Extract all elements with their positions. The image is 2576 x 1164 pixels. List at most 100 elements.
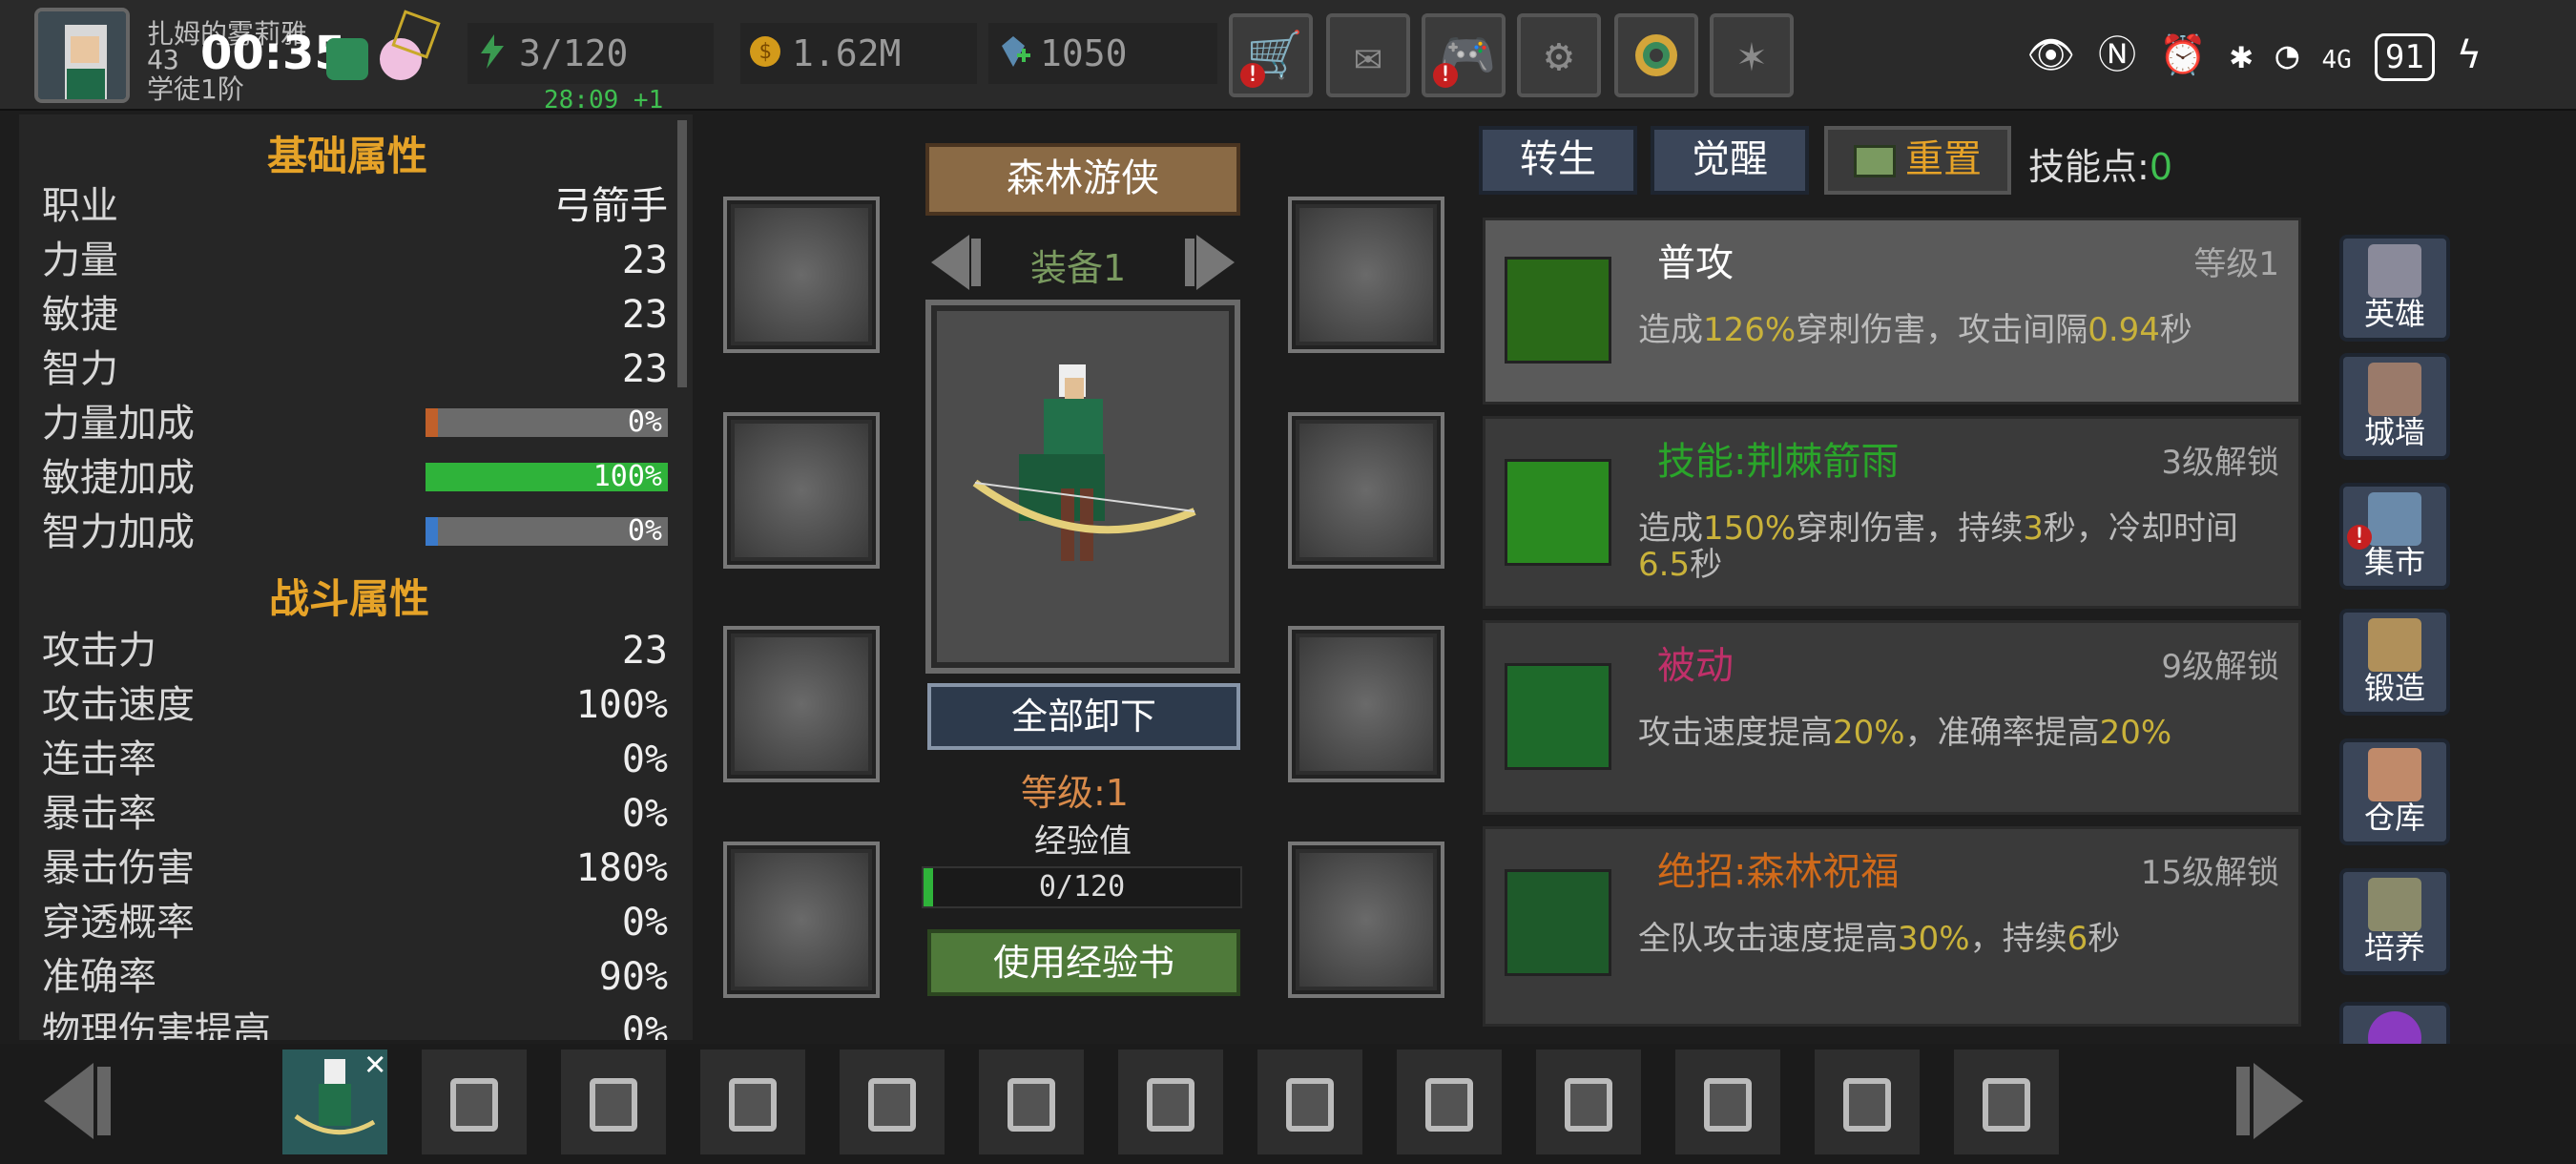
gamepad-button[interactable]: 🎮! — [1422, 13, 1506, 97]
combat-stat-label: 暴击率 — [42, 792, 156, 836]
hero-list-next-button[interactable] — [2227, 1053, 2322, 1149]
combat-stat-row: 攻击速度 100% — [42, 678, 668, 732]
mail-button[interactable]: ✉ — [1326, 13, 1410, 97]
hero-slot-locked[interactable] — [422, 1050, 527, 1154]
skill-name: 普攻 — [1657, 241, 1734, 285]
bonus-row: 智力加成 0% — [42, 506, 668, 559]
combat-stat-row: 连击率 0% — [42, 733, 668, 786]
gold-counter: $ 1.62M — [740, 23, 977, 84]
stat-value: 弓箭手 — [553, 184, 668, 228]
attribute-scrollbar[interactable] — [677, 120, 687, 387]
gem-value: 1050 — [1040, 32, 1128, 74]
stat-value: 23 — [621, 239, 668, 282]
skill-card[interactable]: 普攻 等级1 造成126%穿刺伤害，攻击间隔0.94秒 — [1483, 218, 2301, 405]
settings-button[interactable]: ⚙ — [1517, 13, 1601, 97]
armor-slot[interactable] — [723, 412, 880, 569]
combat-stat-label: 攻击速度 — [42, 683, 195, 727]
hero-slot-locked[interactable] — [979, 1050, 1084, 1154]
skill-unlock-level: 3级解锁 — [2161, 444, 2279, 482]
lock-icon — [1704, 1078, 1752, 1132]
helmet-slot[interactable] — [723, 197, 880, 353]
use-exp-book-button[interactable]: 使用经验书 — [927, 929, 1240, 996]
bonus-value: 0% — [627, 405, 662, 439]
fireworks-button[interactable]: ✶ — [1710, 13, 1794, 97]
skill-desc-part: 穿刺伤害，攻击间隔 — [1796, 311, 2088, 349]
hero-slot-locked[interactable] — [1675, 1050, 1780, 1154]
shop-button[interactable]: 🛒! — [1229, 13, 1313, 97]
boots-slot[interactable] — [723, 842, 880, 998]
attribute-panel[interactable]: 基础属性 战斗属性 职业 弓箭手 力量 23 敏捷 23 智力 23 力量加成 0% 敏捷加成 100… — [19, 114, 693, 1040]
bluetooth-icon: ✱ — [2230, 33, 2254, 77]
skill-card[interactable]: 被动 9级解锁 攻击速度提高20%，准确率提高20% — [1483, 620, 2301, 815]
nav-market-button[interactable]: 集市 ! — [2339, 483, 2450, 590]
hero-slot-locked[interactable] — [561, 1050, 666, 1154]
color-wheel-button[interactable] — [1614, 13, 1698, 97]
nav-label: 城墙 — [2363, 414, 2425, 450]
hero-slot-locked[interactable] — [1536, 1050, 1641, 1154]
gloves-slot[interactable] — [1288, 412, 1444, 569]
skill-name: 技能:荆棘箭雨 — [1657, 440, 1900, 484]
pants-slot[interactable] — [723, 626, 880, 782]
elf-portrait-icon — [38, 11, 126, 99]
stat-value: 23 — [621, 347, 668, 391]
combat-stat-row: 暴击伤害 180% — [42, 842, 668, 895]
nav-chalice-button[interactable]: 培养 — [2339, 868, 2450, 975]
aperture-icon — [1635, 34, 1677, 76]
hero-slot-selected[interactable]: ✕ — [282, 1044, 387, 1154]
alert-icon: ! — [2347, 525, 2372, 550]
arrow-right-icon — [1185, 235, 1235, 290]
skill-desc-part: 秒 — [2159, 311, 2192, 349]
hero-class-name: 森林游侠 — [1007, 156, 1159, 200]
weapon-slot[interactable] — [1288, 842, 1444, 998]
skill-desc-part: 秒 — [2088, 920, 2121, 958]
hero-slot-locked[interactable] — [1257, 1050, 1362, 1154]
skill-desc-part: 150% — [1703, 509, 1797, 548]
equip-set-label: 装备1 — [1030, 247, 1127, 289]
tab-rebirth[interactable]: 转生 — [1479, 126, 1637, 195]
combat-stat-value: 90% — [598, 955, 668, 999]
hero-slot-locked[interactable] — [1815, 1050, 1920, 1154]
close-icon[interactable]: ✕ — [364, 1044, 385, 1083]
unequip-all-button[interactable]: 全部卸下 — [927, 683, 1240, 750]
hero-list-prev-button[interactable] — [25, 1053, 120, 1149]
sword-placeholder-icon — [1299, 853, 1433, 987]
skill-icon — [1505, 663, 1611, 770]
player-avatar[interactable] — [34, 8, 130, 103]
combat-stat-value: 0% — [621, 792, 668, 836]
reset-button[interactable]: 重置 — [1824, 126, 2011, 195]
stat-label: 力量 — [42, 239, 118, 282]
reset-label: 重置 — [1905, 137, 1982, 181]
combat-stat-value: 23 — [621, 629, 668, 673]
hero-slot-locked[interactable] — [1954, 1050, 2059, 1154]
shield-placeholder-icon — [1299, 637, 1433, 771]
arrow-right-icon — [2236, 1063, 2303, 1139]
necklace-slot[interactable] — [1288, 197, 1444, 353]
nav-chest-button[interactable]: 仓库 — [2339, 738, 2450, 845]
nav-label: 锻造 — [2363, 670, 2425, 706]
shield-slot[interactable] — [1288, 626, 1444, 782]
nav-wall-button[interactable]: 城墙 — [2339, 353, 2450, 460]
skill-card[interactable]: 技能:荆棘箭雨 3级解锁 造成150%穿刺伤害，持续3秒，冷却时间 6.5秒 — [1483, 416, 2301, 609]
combat-stat-label: 物理伤害提高 — [42, 1009, 271, 1040]
prev-equip-set-button[interactable] — [922, 229, 988, 296]
hero-slot-locked[interactable] — [1397, 1050, 1502, 1154]
stat-row: 职业 弓箭手 — [42, 179, 668, 233]
skill-points: 技能点:0 — [2028, 137, 2172, 190]
next-equip-set-button[interactable] — [1177, 229, 1244, 296]
nav-helmet-button[interactable]: 英雄 — [2339, 235, 2450, 342]
tab-awaken[interactable]: 觉醒 — [1651, 126, 1809, 195]
combat-stat-row: 准确率 90% — [42, 950, 668, 1004]
lightning-icon — [481, 34, 504, 69]
hero-slot-locked[interactable] — [700, 1050, 805, 1154]
combat-stat-label: 准确率 — [42, 955, 156, 999]
skill-desc-part: 穿刺伤害，持续 — [1796, 509, 2024, 548]
skill-desc-part: 攻击速度提高 — [1638, 714, 1833, 752]
hero-slot-locked[interactable] — [1118, 1050, 1223, 1154]
skill-description: 造成126%穿刺伤害，攻击间隔0.94秒 — [1638, 312, 2287, 348]
skill-desc-part: 造成 — [1638, 509, 1703, 548]
alert-icon: ! — [1240, 63, 1265, 88]
skill-card[interactable]: 绝招:森林祝福 15级解锁 全队攻击速度提高30%，持续6秒 — [1483, 826, 2301, 1027]
hero-slot-locked[interactable] — [840, 1050, 945, 1154]
nav-anvil-button[interactable]: 锻造 — [2339, 609, 2450, 716]
alarm-icon: ⏰ — [2159, 33, 2207, 77]
